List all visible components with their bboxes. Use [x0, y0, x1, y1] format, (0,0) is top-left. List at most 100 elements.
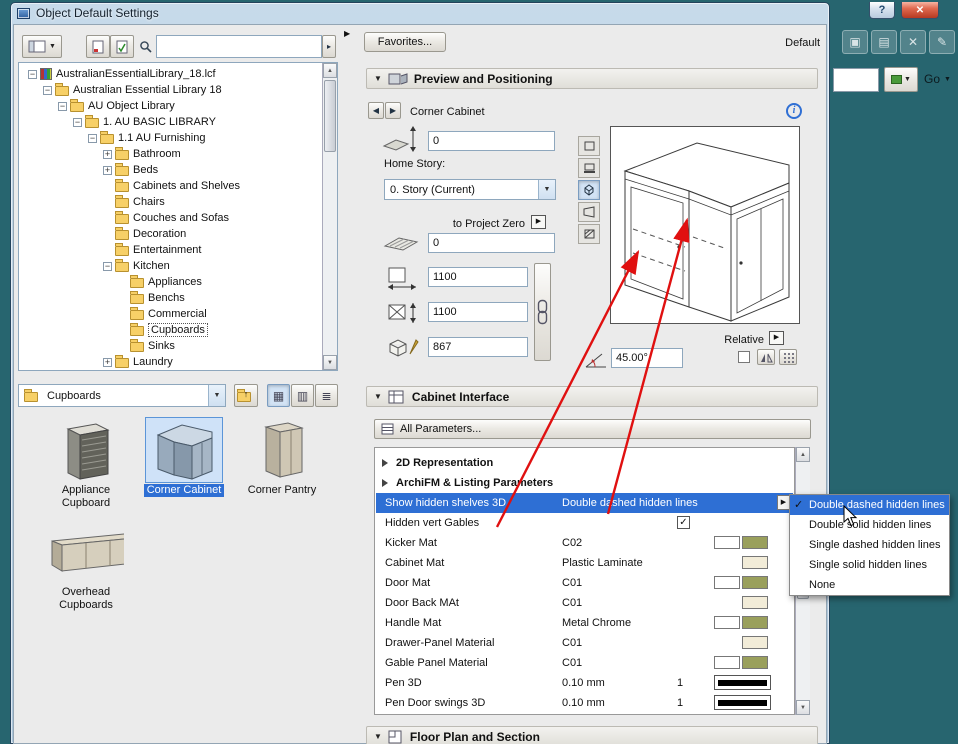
tree-item-chairs[interactable]: Chairs	[20, 194, 321, 210]
mirror-button[interactable]	[757, 349, 775, 365]
material-swatch[interactable]	[742, 656, 768, 669]
tree-scrollbar-thumb[interactable]	[324, 80, 336, 152]
favorites-button[interactable]: Favorites...	[364, 32, 446, 52]
menu-option-none[interactable]: None	[790, 575, 949, 595]
info-icon[interactable]: i	[786, 103, 802, 119]
new-library-part-button[interactable]	[86, 35, 110, 58]
mirror-checkbox[interactable]	[738, 351, 750, 363]
parameter-row-pen-3d[interactable]: Pen 3D 0.10 mm 1	[376, 673, 793, 693]
thumbnail-appliance-cupboard[interactable]: Appliance Cupboard	[38, 418, 134, 510]
story-elevation-field[interactable]	[428, 131, 555, 151]
thumbnail-corner-pantry[interactable]: Corner Pantry	[234, 418, 330, 497]
tree-item-cupboards[interactable]: Cupboards	[20, 322, 321, 338]
material-swatch[interactable]	[742, 616, 768, 629]
collapse-box-icon[interactable]: −	[73, 117, 82, 127]
tree-item-benchs[interactable]: Benchs	[20, 290, 321, 306]
folder-up-button[interactable]: ↑	[234, 384, 258, 407]
search-options-arrow-button[interactable]: ▸	[322, 35, 336, 58]
close-button[interactable]: ✕	[901, 2, 939, 19]
delete-icon[interactable]: ✕	[900, 30, 926, 54]
tree-item-beds[interactable]: + Beds	[20, 162, 321, 178]
tree-item-kitchen[interactable]: − Kitchen	[20, 258, 321, 274]
collapse-box-icon[interactable]: −	[28, 69, 37, 79]
menu-option-single-dashed-hidden-lines[interactable]: Single dashed hidden lines	[790, 535, 949, 555]
home-story-dropdown[interactable]: 0. Story (Current) ▼	[384, 179, 556, 200]
section-preview-button[interactable]	[578, 224, 600, 244]
parameter-row-gable-panel-material[interactable]: Gable Panel Material C01	[376, 653, 793, 673]
tree-item-commercial[interactable]: Commercial	[20, 306, 321, 322]
material-swatch[interactable]	[742, 596, 768, 609]
position-options-button[interactable]	[779, 349, 797, 365]
scroll-down-icon[interactable]: ▼	[796, 700, 810, 715]
parameter-row-drawer-panel-material[interactable]: Drawer-Panel Material C01	[376, 633, 793, 653]
expand-box-icon[interactable]: +	[103, 149, 112, 159]
tree-item-australian-essential-library-18[interactable]: − Australian Essential Library 18	[20, 82, 321, 98]
expand-box-icon[interactable]: +	[103, 165, 112, 175]
material-swatch[interactable]	[714, 616, 740, 629]
tree-item-entertainment[interactable]: Entertainment	[20, 242, 321, 258]
tree-item-decoration[interactable]: Decoration	[20, 226, 321, 242]
copy-icon[interactable]: ▣	[842, 30, 868, 54]
material-swatch[interactable]	[742, 536, 768, 549]
parameter-row-show-hidden-shelves-3d[interactable]: Show hidden shelves 3D Double dashed hidd…	[376, 493, 793, 513]
axonometry-preview-button[interactable]	[578, 180, 600, 200]
project-zero-flyout-button[interactable]: ▶	[531, 215, 546, 229]
tree-item-laundry[interactable]: + Laundry	[20, 354, 321, 369]
tree-item-1-au-basic-library[interactable]: − 1. AU BASIC LIBRARY	[20, 114, 321, 130]
folder-dropdown[interactable]: Cupboards ▼	[18, 384, 226, 407]
material-swatch[interactable]	[714, 536, 740, 549]
elevation-preview-button[interactable]	[578, 158, 600, 178]
material-swatch[interactable]	[714, 656, 740, 669]
menu-option-double-dashed-hidden-lines[interactable]: ✓ Double dashed hidden lines	[790, 495, 949, 515]
tree-item-1-1-au-furnishing[interactable]: − 1.1 AU Furnishing	[20, 130, 321, 146]
tree-item-bathroom[interactable]: + Bathroom	[20, 146, 321, 162]
menu-option-single-solid-hidden-lines[interactable]: Single solid hidden lines	[790, 555, 949, 575]
library-view-mode-button[interactable]: ▼	[22, 35, 62, 58]
collapse-box-icon[interactable]: −	[58, 101, 67, 111]
parameter-row-hidden-vert-gables[interactable]: Hidden vert Gables ✓	[376, 513, 793, 533]
parameter-row-door-back-mat[interactable]: Door Back MAt C01	[376, 593, 793, 613]
floor-plan-section-header[interactable]: ▼ Floor Plan and Section	[366, 726, 818, 744]
menu-option-double-solid-hidden-lines[interactable]: Double solid hidden lines	[790, 515, 949, 535]
next-object-button[interactable]: ▶	[385, 102, 401, 119]
panel-collapse-arrow[interactable]: ▶	[344, 29, 350, 38]
group-triangle-icon[interactable]	[382, 479, 388, 487]
parameter-row-2d-representation[interactable]: 2D Representation	[376, 453, 793, 473]
collapse-box-icon[interactable]: −	[103, 261, 112, 271]
scroll-down-icon[interactable]: ▼	[323, 355, 337, 370]
material-swatch[interactable]	[742, 556, 768, 569]
parameter-row-archifm-listing-parameters[interactable]: ArchiFM & Listing Parameters	[376, 473, 793, 493]
small-icons-view-button[interactable]: ▥	[291, 384, 314, 407]
all-parameters-button[interactable]: All Parameters...	[374, 419, 811, 439]
relative-flyout-button[interactable]: ▶	[769, 331, 784, 345]
tree-item-appliances[interactable]: Appliances	[20, 274, 321, 290]
tree-item-australianessentiallibrary-18-lcf[interactable]: − AustralianEssentialLibrary_18.lcf	[20, 66, 321, 82]
edit-icon[interactable]: ✎	[929, 30, 955, 54]
scroll-up-icon[interactable]: ▲	[796, 447, 810, 462]
parameter-row-handle-mat[interactable]: Handle Mat Metal Chrome	[376, 613, 793, 633]
expand-box-icon[interactable]: +	[103, 357, 112, 367]
parameter-row-cabinet-mat[interactable]: Cabinet Mat Plastic Laminate	[376, 553, 793, 573]
project-zero-offset-field[interactable]	[428, 233, 555, 253]
tree-item-au-object-library[interactable]: − AU Object Library	[20, 98, 321, 114]
material-swatch[interactable]	[742, 576, 768, 589]
scroll-up-icon[interactable]: ▲	[323, 63, 337, 78]
clipboard-icon[interactable]: ▤	[871, 30, 897, 54]
tree-item-cabinets-and-shelves[interactable]: Cabinets and Shelves	[20, 178, 321, 194]
parameter-row-door-mat[interactable]: Door Mat C01	[376, 573, 793, 593]
plan-preview-button[interactable]	[578, 136, 600, 156]
load-library-button[interactable]	[110, 35, 134, 58]
object-preview-window[interactable]	[610, 126, 800, 324]
material-swatch[interactable]	[742, 636, 768, 649]
fill-color-tool-button[interactable]: ▼	[884, 67, 918, 92]
dimension-y-field[interactable]	[428, 302, 528, 322]
group-triangle-icon[interactable]	[382, 459, 388, 467]
previous-object-button[interactable]: ◀	[368, 102, 384, 119]
large-icons-view-button[interactable]: ▦	[267, 384, 290, 407]
parameter-row-kicker-mat[interactable]: Kicker Mat C02	[376, 533, 793, 553]
search-input[interactable]	[156, 35, 322, 58]
tree-scrollbar[interactable]: ▲ ▼	[322, 63, 337, 370]
rotation-angle-field[interactable]	[611, 348, 683, 368]
parameter-row-pen-door-swings-3d[interactable]: Pen Door swings 3D 0.10 mm 1	[376, 693, 793, 713]
material-swatch[interactable]	[714, 576, 740, 589]
